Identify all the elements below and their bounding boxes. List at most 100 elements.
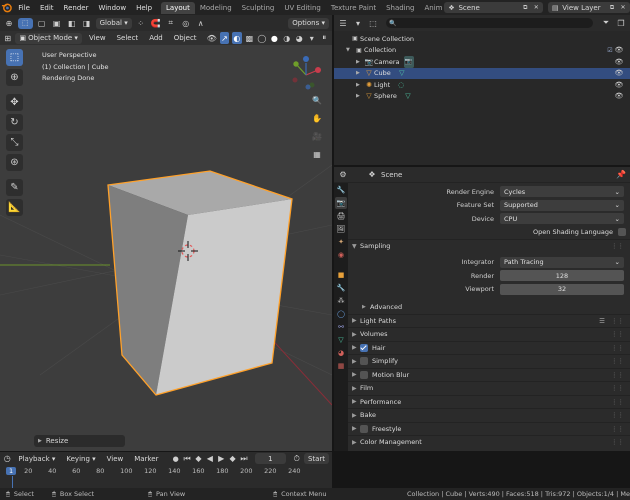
menu-help[interactable]: Help — [131, 4, 157, 12]
pivot-icon[interactable]: ⁘ — [135, 17, 147, 29]
particles-tab-icon[interactable]: ⁂ — [335, 295, 347, 307]
menu-window[interactable]: Window — [93, 4, 131, 12]
drag-handle-icon[interactable]: ⋮⋮ — [611, 425, 624, 433]
outliner-row-collection[interactable]: ▼ ▣ Collection ☑ 👁 — [334, 45, 630, 57]
menu-marker[interactable]: Marker — [130, 453, 162, 464]
drag-handle-icon[interactable]: ⋮⋮ — [611, 330, 624, 338]
advanced-subpanel[interactable]: ▶ Advanced — [348, 300, 630, 314]
blender-logo-icon[interactable] — [0, 1, 13, 15]
menu-add[interactable]: Add — [145, 33, 167, 44]
new-collection-icon[interactable]: ❐ — [615, 17, 627, 29]
select-intersect-icon[interactable]: ◨ — [81, 17, 93, 29]
include-checkbox-icon[interactable]: ☑ — [606, 44, 614, 56]
select-box-icon[interactable]: ▢ — [36, 17, 48, 29]
outliner-row-sphere[interactable]: ▶ ▽ Sphere ▽ 👁 — [334, 91, 630, 103]
integrator-dropdown[interactable]: Path Tracing ⌄ — [500, 256, 624, 268]
panel-simplify[interactable]: ▶ Simplify ⋮⋮ — [348, 354, 630, 368]
xray-icon[interactable]: ▩ — [245, 32, 254, 44]
outliner-editor-icon[interactable]: ☰ — [337, 17, 349, 29]
outliner-row-camera[interactable]: ▶ 📷 Camera 📷 👁 — [334, 55, 630, 68]
shading-options-icon[interactable]: ▾ — [307, 32, 316, 44]
constraints-tab-icon[interactable]: ⚯ — [335, 321, 347, 333]
outliner-row-light[interactable]: ▶ ✺ Light ◌ 👁 — [334, 79, 630, 91]
snap-icon[interactable]: 🧲 — [150, 17, 162, 29]
hair-checkbox[interactable] — [360, 343, 368, 352]
physics-tab-icon[interactable]: ◯ — [335, 308, 347, 320]
texture-tab-icon[interactable]: ▦ — [335, 360, 347, 372]
editor-3d-icon[interactable]: ⊞ — [3, 32, 12, 44]
select-extend-icon[interactable]: ▣ — [51, 17, 63, 29]
select-subtract-icon[interactable]: ◧ — [66, 17, 78, 29]
eye-icon[interactable]: 👁 — [614, 90, 624, 102]
frame-indicator[interactable]: 1 — [6, 466, 17, 475]
play-icon[interactable]: ▶ — [217, 453, 225, 465]
data-tab-icon[interactable]: ▽ — [335, 334, 347, 346]
render-tab-icon[interactable]: 📷 — [335, 197, 347, 209]
panel-volumes[interactable]: ▶ Volumes ⋮⋮ — [348, 327, 630, 341]
timeline-editor-icon[interactable]: ◷ — [3, 453, 11, 465]
drag-handle-icon[interactable]: ⋮⋮ — [611, 411, 624, 419]
close-icon[interactable]: ✕ — [619, 2, 627, 14]
render-samples-field[interactable]: 128 — [500, 270, 624, 282]
display-mode-icon[interactable]: ▾ — [352, 17, 364, 29]
tab-uv-editing[interactable]: UV Editing — [279, 2, 326, 14]
next-keyframe-icon[interactable]: ◆ — [228, 453, 236, 465]
drag-handle-icon[interactable]: ⋮⋮ — [611, 242, 624, 250]
record-icon[interactable]: ● — [171, 453, 179, 465]
copy-icon[interactable]: ⧉ — [608, 2, 616, 14]
proportional-edit-icon[interactable]: ◎ — [180, 17, 192, 29]
expand-arrow-icon[interactable]: ▶ — [356, 59, 364, 65]
menu-view[interactable]: View — [85, 33, 110, 44]
modifier-tab-icon[interactable]: 🔧 — [335, 282, 347, 294]
view-layer-selector[interactable]: ▤ View Layer ⧉ ✕ — [548, 2, 630, 13]
filter-funnel-icon[interactable]: ⏷ — [600, 17, 612, 29]
tab-layout[interactable]: Layout — [161, 1, 195, 14]
drag-handle-icon[interactable]: ⋮⋮ — [611, 384, 624, 392]
falloff-icon[interactable]: ∧ — [195, 17, 207, 29]
properties-editor-icon[interactable]: ⚙ — [337, 169, 349, 181]
panel-performance[interactable]: ▶ Performance ⋮⋮ — [348, 394, 630, 409]
osl-checkbox[interactable] — [618, 228, 626, 237]
eye-icon[interactable]: 👁 — [614, 44, 624, 56]
clock-icon[interactable]: ⏱ — [293, 453, 301, 465]
render-engine-dropdown[interactable]: Cycles ⌄ — [500, 186, 624, 198]
sidebar-toggle-icon[interactable]: ⏸ — [319, 32, 328, 44]
last-operator-panel[interactable]: ▶ Resize — [34, 435, 125, 447]
list-icon[interactable]: ☰ — [599, 317, 605, 325]
options-dropdown[interactable]: Options ▾ — [288, 17, 329, 29]
copy-icon[interactable]: ⧉ — [521, 2, 529, 14]
drag-handle-icon[interactable]: ⋮⋮ — [611, 398, 624, 406]
pin-icon[interactable]: 📌 — [615, 169, 627, 181]
start-frame-field[interactable]: Start — [303, 453, 330, 464]
shading-material-icon[interactable]: ◑ — [282, 32, 291, 44]
scene-tab-icon[interactable]: ✦ — [335, 236, 347, 248]
jump-start-icon[interactable]: ⏮ — [183, 453, 191, 465]
menu-select[interactable]: Select — [113, 33, 143, 44]
freestyle-checkbox[interactable] — [360, 424, 368, 433]
menu-file[interactable]: File — [13, 4, 35, 12]
tab-texture-paint[interactable]: Texture Paint — [326, 2, 381, 14]
camera-view-icon[interactable]: 🎥 — [311, 130, 323, 142]
panel-hair[interactable]: ▶ Hair ⋮⋮ — [348, 340, 630, 355]
drag-handle-icon[interactable]: ⋮⋮ — [611, 357, 624, 365]
simplify-checkbox[interactable] — [360, 357, 368, 366]
search-icon[interactable]: ❖ — [366, 169, 378, 181]
measure-tool-icon[interactable]: 📐 — [6, 199, 23, 216]
panel-color-management[interactable]: ▶ Color Management ⋮⋮ — [348, 435, 630, 449]
visibility-icon[interactable]: 👁 — [207, 32, 217, 44]
device-dropdown[interactable]: CPU ⌄ — [500, 213, 624, 225]
view-layer-tab-icon[interactable]: 🖼 — [335, 223, 347, 235]
panel-film[interactable]: ▶ Film ⋮⋮ — [348, 381, 630, 395]
eye-icon[interactable]: 👁 — [614, 67, 624, 79]
expand-arrow-icon[interactable]: ▼ — [346, 47, 354, 53]
prev-keyframe-icon[interactable]: ◆ — [194, 453, 202, 465]
eye-icon[interactable]: 👁 — [614, 56, 624, 68]
tab-modeling[interactable]: Modeling — [195, 2, 237, 14]
annotate-tool-icon[interactable]: ✎ — [6, 179, 23, 196]
transform-tool-icon[interactable]: ⊛ — [6, 154, 23, 171]
panel-motion-blur[interactable]: ▶ Motion Blur ⋮⋮ — [348, 367, 630, 382]
scene-selector[interactable]: ❖ Scene ⧉ ✕ — [444, 2, 544, 14]
mode-dropdown[interactable]: ▣ Object Mode ▾ — [15, 32, 82, 44]
jump-end-icon[interactable]: ⏭ — [240, 453, 248, 465]
expand-arrow-icon[interactable]: ▶ — [356, 82, 364, 88]
